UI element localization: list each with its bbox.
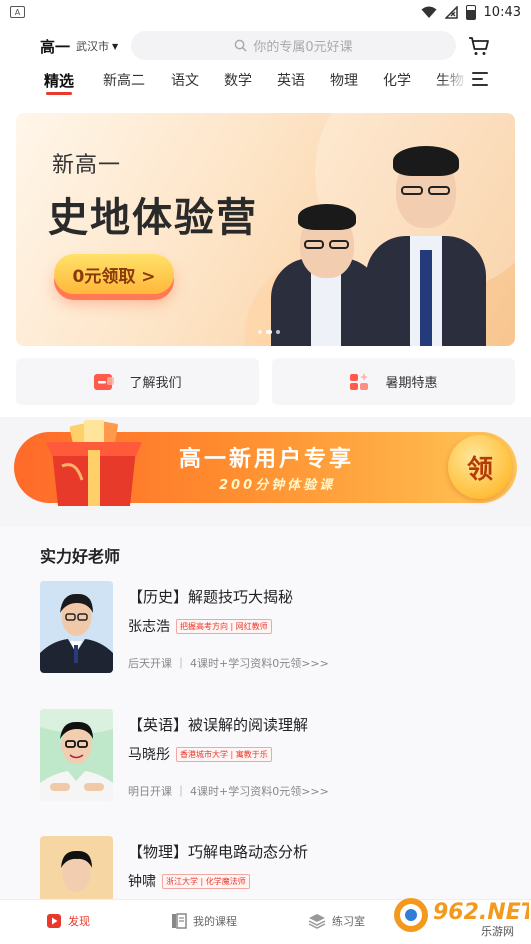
carousel-indicator	[258, 330, 280, 334]
status-bar: A 10:43	[0, 0, 531, 24]
city-label: 武汉市	[76, 40, 110, 53]
hero-banner[interactable]: 新高一 史地体验营 0元领取 >	[16, 113, 515, 346]
nav-my-courses[interactable]: 我的课程	[171, 913, 237, 929]
site-watermark: 962.NET 乐游网	[393, 889, 531, 941]
promo-title: 高一新用户专享	[179, 447, 355, 472]
notification-a-icon: A	[10, 6, 25, 18]
course-title: 【英语】被误解的阅读理解	[128, 716, 309, 734]
course-title: 【历史】解题技巧大揭秘	[128, 588, 294, 606]
tab-label: 精选	[44, 72, 75, 90]
tab-physics[interactable]: 物理	[330, 70, 358, 90]
nav-practice-room-label: 练习室	[332, 915, 365, 928]
grade-selector[interactable]: 高一	[40, 36, 70, 57]
search-input[interactable]: 你的专属0元好课	[131, 31, 456, 60]
teacher-card[interactable]: 【历史】解题技巧大揭秘 张志浩 把握高考方向 | 网红教师 后天开课 ｜ 4课时…	[0, 581, 531, 691]
nav-discover-label: 发现	[68, 915, 90, 928]
wifi-icon	[421, 6, 437, 18]
teacher-photo	[40, 709, 113, 801]
tab-math[interactable]: 数学	[224, 70, 252, 90]
no-signal-icon	[444, 5, 458, 19]
app-header: 高一 武汉市 ▼ 你的专属0元好课 精选 新高二 语文 数学 英语 物理 化学 …	[0, 24, 531, 102]
course-title: 【物理】巧解电路动态分析	[128, 843, 309, 861]
teacher-tag: 把握高考方向 | 网红教师	[176, 618, 272, 634]
teacher-tag: 浙江大学 | 化学魔法师	[162, 873, 250, 889]
tab-chemistry[interactable]: 化学	[383, 70, 411, 90]
layers-icon	[308, 914, 326, 929]
about-us-label: 了解我们	[129, 376, 182, 391]
play-icon	[47, 914, 61, 928]
subject-tabs: 精选 新高二 语文 数学 英语 物理 化学 生物	[0, 66, 531, 100]
summer-deal-button[interactable]: 暑期特惠	[272, 358, 515, 405]
promo-claim-button[interactable]: 领	[448, 435, 512, 499]
teacher-name: 张志浩	[128, 619, 170, 635]
summer-deal-label: 暑期特惠	[385, 376, 438, 391]
teacher-photo	[40, 581, 113, 673]
nav-practice-room[interactable]: 练习室	[308, 913, 365, 929]
about-us-button[interactable]: 了解我们	[16, 358, 259, 405]
tab-active-indicator	[46, 92, 73, 95]
teacher-portrait-left	[271, 196, 381, 346]
course-info: 明日开课 ｜ 4课时+学习资料0元领>>>	[128, 785, 329, 798]
cart-icon[interactable]	[467, 34, 491, 58]
course-info: 后天开课 ｜ 4课时+学习资料0元领>>>	[128, 657, 329, 670]
banner-title: 史地体验营	[48, 195, 258, 241]
search-placeholder: 你的专属0元好课	[253, 40, 353, 55]
status-time: 10:43	[483, 4, 521, 20]
caret-down-icon: ▼	[112, 41, 119, 51]
section-title: 实力好老师	[40, 547, 121, 566]
gift-icon	[349, 372, 371, 392]
red-envelope-box-icon	[46, 420, 142, 506]
teacher-name: 马晓彤	[128, 747, 170, 763]
teacher-name: 钟啸	[128, 874, 156, 890]
teacher-tag: 香港城市大学 | 寓教于乐	[176, 746, 272, 762]
search-icon	[235, 39, 247, 52]
banner-claim-button[interactable]: 0元领取 >	[54, 254, 174, 294]
city-selector[interactable]: 武汉市 ▼	[76, 38, 118, 54]
nav-discover[interactable]: 发现	[46, 913, 90, 929]
status-indicators: 10:43	[421, 4, 521, 20]
new-user-promo-banner[interactable]: 高一新用户专享 200分钟体验课 领	[14, 420, 517, 506]
tab-fade-overlay	[440, 66, 468, 100]
watermark-subtext: 乐游网	[481, 925, 514, 938]
tab-featured[interactable]: 精选	[44, 70, 75, 95]
tab-chinese[interactable]: 语文	[171, 70, 199, 90]
menu-icon[interactable]	[472, 72, 488, 86]
teacher-card[interactable]: 【英语】被误解的阅读理解 马晓彤 香港城市大学 | 寓教于乐 明日开课 ｜ 4课…	[0, 709, 531, 819]
tab-english[interactable]: 英语	[277, 70, 305, 90]
nav-my-courses-label: 我的课程	[193, 915, 237, 928]
book-icon	[172, 913, 187, 929]
battery-icon	[465, 4, 476, 20]
teacher-portrait-right	[366, 132, 486, 346]
status-notifications: A	[10, 6, 25, 18]
id-card-icon	[93, 372, 115, 392]
banner-subtitle: 新高一	[52, 153, 122, 178]
watermark-text: 962.NET	[433, 900, 529, 925]
promo-subtitle: 200分钟体验课	[219, 478, 336, 493]
tab-new-grade2[interactable]: 新高二	[103, 70, 145, 90]
